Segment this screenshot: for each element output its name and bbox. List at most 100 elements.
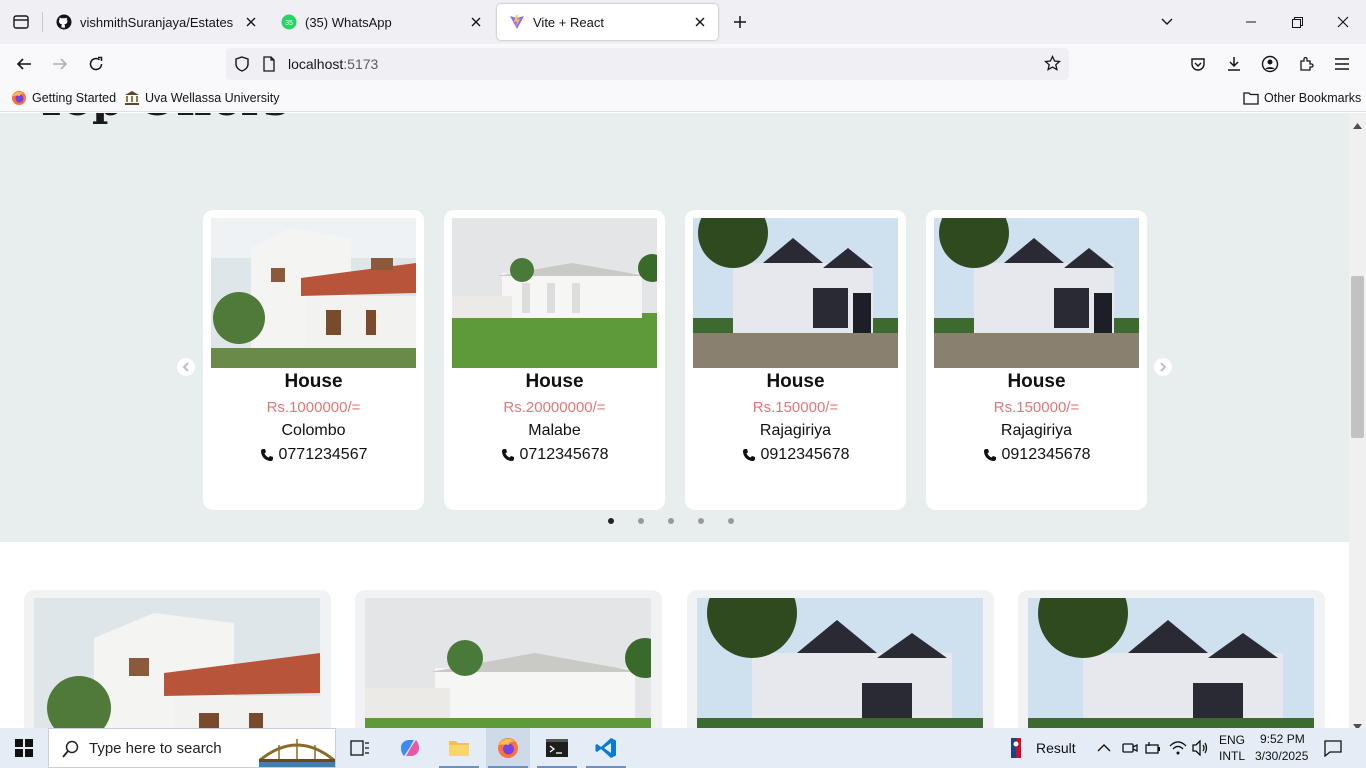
house-image — [34, 598, 320, 728]
bookmarks-toolbar: Getting Started Uva Wellassa University … — [0, 84, 1366, 112]
carousel-next-button[interactable] — [1154, 358, 1172, 376]
tab-title: Vite + React — [533, 14, 604, 30]
offer-title: House — [525, 371, 584, 392]
nba-widget-icon[interactable] — [994, 728, 1038, 768]
listing-card[interactable] — [1018, 590, 1325, 728]
windows-taskbar: Type here to search Result ENG INTL 9:52… — [0, 728, 1366, 768]
carousel-dot[interactable] — [608, 518, 614, 524]
clock-date[interactable]: 3/30/2025 — [1255, 749, 1308, 763]
url-bar[interactable]: localhost:5173 — [226, 48, 1069, 80]
copilot-icon — [401, 740, 419, 756]
arrow-right-icon — [53, 58, 68, 70]
scroll-thumb[interactable] — [1351, 276, 1364, 438]
chevron-right-icon — [1160, 362, 1167, 372]
house-image — [211, 218, 416, 368]
svg-text:35: 35 — [285, 20, 293, 27]
offer-location: Colombo — [281, 422, 346, 439]
carousel-prev-button[interactable] — [177, 358, 195, 376]
offer-title: House — [766, 371, 825, 392]
terminal-button[interactable] — [535, 728, 579, 768]
tab-bar: vishmithSuranjaya/Estates 35 (35) WhatsA… — [0, 0, 1366, 44]
page-scrollbar[interactable] — [1349, 113, 1366, 730]
task-view-icon — [350, 740, 369, 756]
reload-button[interactable] — [82, 50, 110, 78]
chevron-left-icon — [182, 362, 189, 372]
page-info-icon[interactable] — [262, 56, 276, 77]
other-bookmarks[interactable]: Other Bookmarks — [1243, 90, 1361, 106]
forward-button[interactable] — [46, 50, 74, 78]
meet-now-icon[interactable] — [1122, 740, 1138, 759]
task-view-button[interactable] — [338, 728, 382, 768]
minimize-button[interactable] — [1228, 0, 1274, 44]
carousel-dot[interactable] — [638, 518, 644, 524]
wifi-icon[interactable] — [1169, 740, 1187, 759]
offer-location: Rajagiriya — [1000, 422, 1073, 439]
taskbar-search[interactable]: Type here to search — [48, 728, 336, 768]
tab-github[interactable]: vishmithSuranjaya/Estates — [44, 4, 269, 40]
pocket-button[interactable] — [1184, 50, 1212, 78]
close-tab-icon[interactable] — [243, 14, 259, 30]
section-title: Top Offers — [35, 113, 289, 126]
chevron-up-icon[interactable] — [1097, 741, 1111, 755]
notifications-icon[interactable] — [1324, 739, 1342, 760]
restore-button[interactable] — [1274, 0, 1320, 44]
close-window-button[interactable] — [1320, 0, 1366, 44]
offer-phone: 0912345678 — [685, 446, 906, 464]
tab-list-icon — [13, 15, 29, 29]
scroll-up-icon[interactable] — [1353, 116, 1362, 134]
clock-time[interactable]: 9:52 PM — [1260, 732, 1305, 746]
tab-list-button[interactable] — [0, 0, 42, 44]
listing-card[interactable] — [355, 590, 662, 728]
listing-card[interactable] — [24, 590, 331, 728]
app-menu-button[interactable] — [1328, 50, 1356, 78]
listing-card[interactable] — [687, 590, 994, 728]
downloads-button[interactable] — [1220, 50, 1248, 78]
windows-logo-icon — [15, 739, 33, 757]
close-tab-icon[interactable] — [692, 14, 708, 30]
weather-widget-label[interactable]: Result — [1036, 740, 1076, 756]
new-tab-button[interactable] — [728, 10, 752, 34]
offer-card[interactable]: House Rs.150000/= Rajagiriya 0912345678 — [685, 210, 906, 510]
carousel-dot[interactable] — [728, 518, 734, 524]
bookmark-getting-started[interactable]: Getting Started — [11, 90, 116, 106]
close-tab-icon[interactable] — [468, 14, 484, 30]
back-button[interactable] — [10, 50, 38, 78]
copilot-button[interactable] — [388, 728, 432, 768]
offer-price: Rs.150000/= — [752, 399, 839, 416]
volume-icon[interactable] — [1192, 739, 1210, 759]
file-explorer-button[interactable] — [437, 728, 481, 768]
reload-icon — [89, 56, 103, 71]
start-button[interactable] — [2, 728, 46, 768]
offer-card[interactable]: House Rs.20000000/= Malabe 0712345678 — [444, 210, 665, 510]
bookmark-uva-wellassa[interactable]: Uva Wellassa University — [124, 90, 280, 106]
language-indicator-bottom[interactable]: INTL — [1219, 749, 1245, 763]
house-image — [452, 218, 657, 368]
minimize-icon — [1246, 21, 1256, 23]
language-indicator-top[interactable]: ENG — [1219, 733, 1245, 747]
download-icon — [1228, 57, 1240, 71]
tab-title: vishmithSuranjaya/Estates — [80, 14, 234, 30]
shield-icon[interactable] — [234, 56, 250, 77]
phone-icon — [501, 448, 515, 462]
carousel-dots — [608, 518, 758, 524]
account-button[interactable] — [1256, 50, 1284, 78]
folder-icon — [1243, 90, 1259, 106]
firefox-icon — [11, 90, 27, 106]
bookmark-star-icon[interactable] — [1043, 54, 1062, 77]
battery-icon[interactable] — [1145, 740, 1161, 759]
url-text[interactable]: localhost:5173 — [288, 56, 378, 72]
tab-vite-react[interactable]: Vite + React — [497, 4, 718, 40]
top-offers-section: Top Offers — [0, 113, 1349, 542]
bridge-illustration-icon — [258, 733, 336, 768]
tab-whatsapp[interactable]: 35 (35) WhatsApp — [269, 4, 494, 40]
offer-card[interactable]: House Rs.150000/= Rajagiriya 0912345678 — [926, 210, 1147, 510]
extensions-button[interactable] — [1292, 50, 1320, 78]
carousel-dot[interactable] — [668, 518, 674, 524]
offer-card[interactable]: House Rs.1000000/= Colombo 0771234567 — [203, 210, 424, 510]
phone-icon — [260, 448, 274, 462]
offer-phone: 0912345678 — [926, 446, 1147, 464]
vscode-button[interactable] — [584, 728, 628, 768]
firefox-taskbar-button[interactable] — [486, 728, 530, 768]
list-all-tabs-button[interactable] — [1144, 0, 1190, 44]
carousel-dot[interactable] — [698, 518, 704, 524]
